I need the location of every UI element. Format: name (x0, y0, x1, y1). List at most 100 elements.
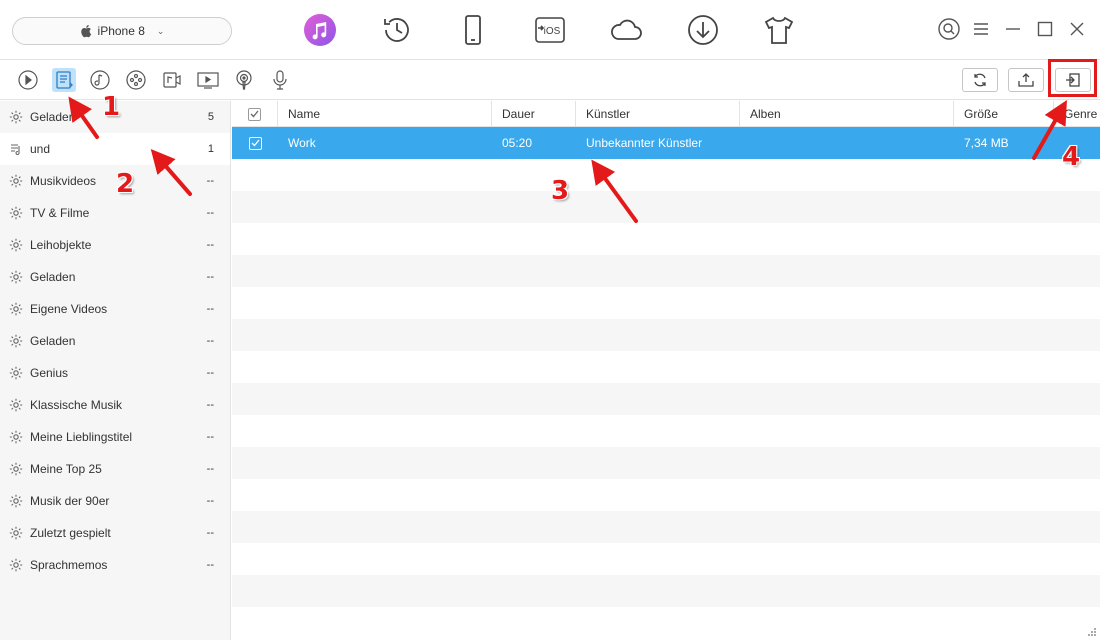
device-manager-icon[interactable] (453, 10, 493, 50)
table-row[interactable]: Work 05:20 Unbekannter Künstler 7,34 MB (232, 127, 1100, 159)
sidebar-item-label: Sprachmemos (30, 558, 108, 572)
gear-icon (8, 461, 24, 477)
shirt-icon[interactable] (759, 10, 799, 50)
download-icon[interactable] (683, 10, 723, 50)
gear-icon (8, 109, 24, 125)
tv-icon[interactable] (196, 68, 220, 92)
play-icon[interactable] (16, 68, 40, 92)
sidebar-item-label: Meine Top 25 (30, 462, 102, 476)
gear-icon (8, 237, 24, 253)
sidebar-item-count: -- (206, 399, 214, 411)
empty-row (232, 575, 1100, 607)
sidebar-item-genius[interactable]: Genius -- (0, 357, 230, 389)
row-checkbox-cell (232, 136, 278, 150)
sidebar-item-count: -- (206, 367, 214, 379)
sidebar-item-sprachmemos[interactable]: Sprachmemos -- (0, 549, 230, 581)
annotation-number-4: 4 (1062, 142, 1081, 172)
search-icon[interactable] (938, 18, 960, 40)
cell-size: 7,34 MB (964, 136, 1009, 150)
sidebar-item-count: -- (206, 175, 214, 187)
column-header-name[interactable]: Name (278, 101, 492, 127)
sidebar-item-geladen-3[interactable]: Geladen -- (0, 325, 230, 357)
empty-row (232, 191, 1100, 223)
cell-name: Work (288, 136, 316, 150)
import-to-device-icon (1018, 73, 1034, 87)
sidebar-item-label: Geladen (30, 270, 76, 284)
empty-row (232, 479, 1100, 511)
empty-row (232, 415, 1100, 447)
sidebar-item-label: Meine Lieblingstitel (30, 430, 133, 444)
column-header-duration[interactable]: Dauer (492, 101, 576, 127)
backup-history-icon[interactable] (377, 10, 417, 50)
music-icon[interactable] (88, 68, 112, 92)
table-header: Name Dauer Künstler Alben Größe Genre (232, 101, 1100, 127)
minimize-icon[interactable] (1002, 18, 1024, 40)
sidebar-item-geladen-2[interactable]: Geladen -- (0, 261, 230, 293)
ringtone-icon[interactable] (124, 68, 148, 92)
sidebar-item-zuletzt-gespielt[interactable]: Zuletzt gespielt -- (0, 517, 230, 549)
row-checkbox[interactable] (248, 136, 262, 150)
gear-icon (8, 205, 24, 221)
export-highlight-box (1048, 59, 1097, 97)
playlist-icon[interactable] (52, 68, 76, 92)
menu-icon[interactable] (970, 18, 992, 40)
sidebar-item-count: -- (206, 335, 214, 347)
annotation-number-2: 2 (116, 169, 135, 199)
ios-mover-icon[interactable]: iOS (530, 10, 570, 50)
sidebar-item-count: -- (206, 527, 214, 539)
sidebar-item-label: Geladen (30, 334, 76, 348)
sidebar-item-meine-lieblingstitel[interactable]: Meine Lieblingstitel -- (0, 421, 230, 453)
sidebar-item-meine-top-25[interactable]: Meine Top 25 -- (0, 453, 230, 485)
sidebar-item-label: Geladen (30, 110, 76, 124)
sidebar-item-und[interactable]: und 1 (0, 133, 230, 165)
column-header-artist[interactable]: Künstler (576, 101, 740, 127)
empty-row (232, 543, 1100, 575)
maximize-icon[interactable] (1034, 18, 1056, 40)
column-header-genre[interactable]: Genre (1054, 101, 1100, 127)
sidebar-item-eigene-videos[interactable]: Eigene Videos -- (0, 293, 230, 325)
itunes-library-icon[interactable] (300, 10, 340, 50)
sidebar-item-count: -- (206, 495, 214, 507)
refresh-button[interactable] (962, 68, 998, 92)
sidebar-item-label: Klassische Musik (30, 398, 123, 412)
column-header-size[interactable]: Größe (954, 101, 1054, 127)
podcast-icon[interactable] (232, 68, 256, 92)
import-button[interactable] (1008, 68, 1044, 92)
sidebar-item-label: TV & Filme (30, 206, 90, 220)
gear-icon (8, 557, 24, 573)
select-all-checkbox[interactable] (248, 107, 261, 121)
icloud-icon[interactable] (606, 10, 646, 50)
device-selector[interactable]: iPhone 8 ⌄ (12, 17, 232, 45)
category-toolbar (0, 60, 1100, 100)
sidebar-item-musik-der-90er[interactable]: Musik der 90er -- (0, 485, 230, 517)
sidebar-item-tv-filme[interactable]: TV & Filme -- (0, 197, 230, 229)
close-icon[interactable] (1066, 18, 1088, 40)
gear-icon (8, 397, 24, 413)
sidebar-item-label: Genius (30, 366, 69, 380)
empty-row (232, 287, 1100, 319)
sidebar-item-count: 5 (207, 111, 214, 123)
sidebar-item-count: -- (206, 207, 214, 219)
sidebar-item-leihobjekte[interactable]: Leihobjekte -- (0, 229, 230, 261)
window-controls (938, 18, 1088, 40)
gear-icon (8, 365, 24, 381)
playlist-note-icon (8, 141, 24, 157)
sidebar-item-musikvideos[interactable]: Musikvideos -- (0, 165, 230, 197)
sidebar-item-count: -- (206, 239, 214, 251)
sidebar-item-klassische-musik[interactable]: Klassische Musik -- (0, 389, 230, 421)
sidebar-item-label: und (30, 142, 51, 156)
annotation-number-3: 3 (551, 176, 570, 206)
empty-row (232, 319, 1100, 351)
sidebar-item-label: Musik der 90er (30, 494, 110, 508)
voice-memo-icon[interactable] (268, 68, 292, 92)
empty-row (232, 383, 1100, 415)
empty-row (232, 607, 1100, 639)
column-header-album[interactable]: Alben (740, 101, 954, 127)
video-icon[interactable] (160, 68, 184, 92)
sidebar-item-count: -- (206, 303, 214, 315)
sidebar-item-count: 1 (207, 143, 214, 155)
gear-icon (8, 429, 24, 445)
main-nav: iOS (300, 10, 836, 50)
song-table: Name Dauer Künstler Alben Größe Genre Wo… (232, 101, 1100, 640)
resize-grip-icon[interactable] (1088, 628, 1096, 636)
